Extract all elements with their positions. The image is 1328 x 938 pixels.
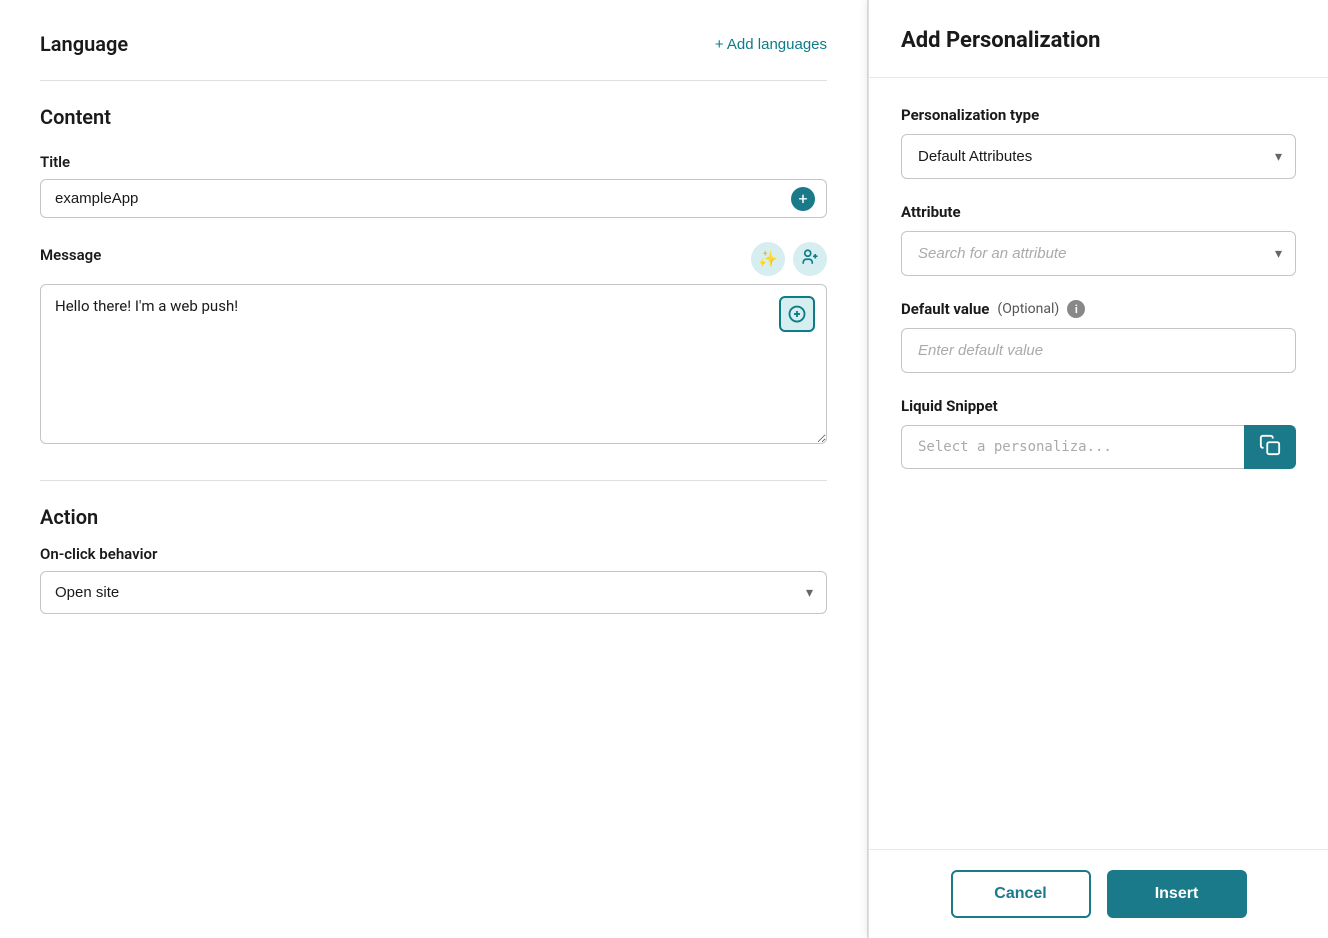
copy-button[interactable] bbox=[1244, 425, 1296, 469]
language-section-header: Language + Add languages bbox=[40, 32, 827, 56]
divider-1 bbox=[40, 80, 827, 81]
attribute-search-input[interactable] bbox=[901, 231, 1296, 276]
message-icons: ✨ bbox=[751, 242, 827, 276]
content-title: Content bbox=[40, 105, 827, 129]
magic-icon-button[interactable]: ✨ bbox=[751, 242, 785, 276]
panel-title: Add Personalization bbox=[901, 28, 1296, 53]
magic-icon: ✨ bbox=[758, 249, 778, 269]
message-plus-button[interactable] bbox=[779, 296, 815, 332]
default-value-label-row: Default value (Optional) i bbox=[901, 300, 1296, 318]
liquid-snippet-input[interactable] bbox=[901, 425, 1244, 469]
add-languages-button[interactable]: + Add languages bbox=[715, 36, 827, 53]
message-textarea-wrapper: Hello there! I'm a web push! bbox=[40, 284, 827, 448]
title-plus-icon[interactable]: + bbox=[791, 187, 815, 211]
add-user-icon bbox=[801, 248, 819, 271]
copy-icon bbox=[1259, 434, 1281, 461]
message-label-row: Message ✨ bbox=[40, 242, 827, 276]
onclick-select-wrapper: Open site ▾ bbox=[40, 571, 827, 614]
default-value-label: Default value bbox=[901, 300, 989, 318]
action-section: Action On-click behavior Open site ▾ bbox=[40, 505, 827, 614]
right-panel-body: Personalization type Default Attributes … bbox=[869, 78, 1328, 849]
default-value-input[interactable] bbox=[901, 328, 1296, 373]
liquid-snippet-label: Liquid Snippet bbox=[901, 397, 1296, 415]
optional-text: (Optional) bbox=[997, 301, 1059, 317]
message-textarea[interactable]: Hello there! I'm a web push! bbox=[40, 284, 827, 444]
right-panel-footer: Cancel Insert bbox=[869, 849, 1328, 938]
attribute-search-wrapper: ▾ bbox=[901, 231, 1296, 276]
right-panel: Add Personalization Personalization type… bbox=[868, 0, 1328, 938]
personalization-type-label: Personalization type bbox=[901, 106, 1296, 124]
add-user-icon-button[interactable] bbox=[793, 242, 827, 276]
action-title: Action bbox=[40, 505, 827, 529]
attribute-label: Attribute bbox=[901, 203, 1296, 221]
divider-2 bbox=[40, 480, 827, 481]
info-icon[interactable]: i bbox=[1067, 300, 1085, 318]
liquid-snippet-row bbox=[901, 425, 1296, 469]
title-input-wrapper: + bbox=[40, 179, 827, 218]
cancel-button[interactable]: Cancel bbox=[951, 870, 1091, 918]
onclick-select[interactable]: Open site bbox=[40, 571, 827, 614]
personalization-type-select[interactable]: Default Attributes bbox=[901, 134, 1296, 179]
content-section: Content Title + Message ✨ bbox=[40, 105, 827, 448]
title-input[interactable] bbox=[40, 179, 827, 218]
message-label: Message bbox=[40, 246, 101, 264]
onclick-label: On-click behavior bbox=[40, 545, 827, 563]
title-label: Title bbox=[40, 153, 827, 171]
insert-button[interactable]: Insert bbox=[1107, 870, 1247, 918]
left-panel: Language + Add languages Content Title +… bbox=[0, 0, 868, 938]
language-title: Language bbox=[40, 32, 128, 56]
right-panel-header: Add Personalization bbox=[869, 0, 1328, 78]
personalization-type-wrapper: Default Attributes ▾ bbox=[901, 134, 1296, 179]
